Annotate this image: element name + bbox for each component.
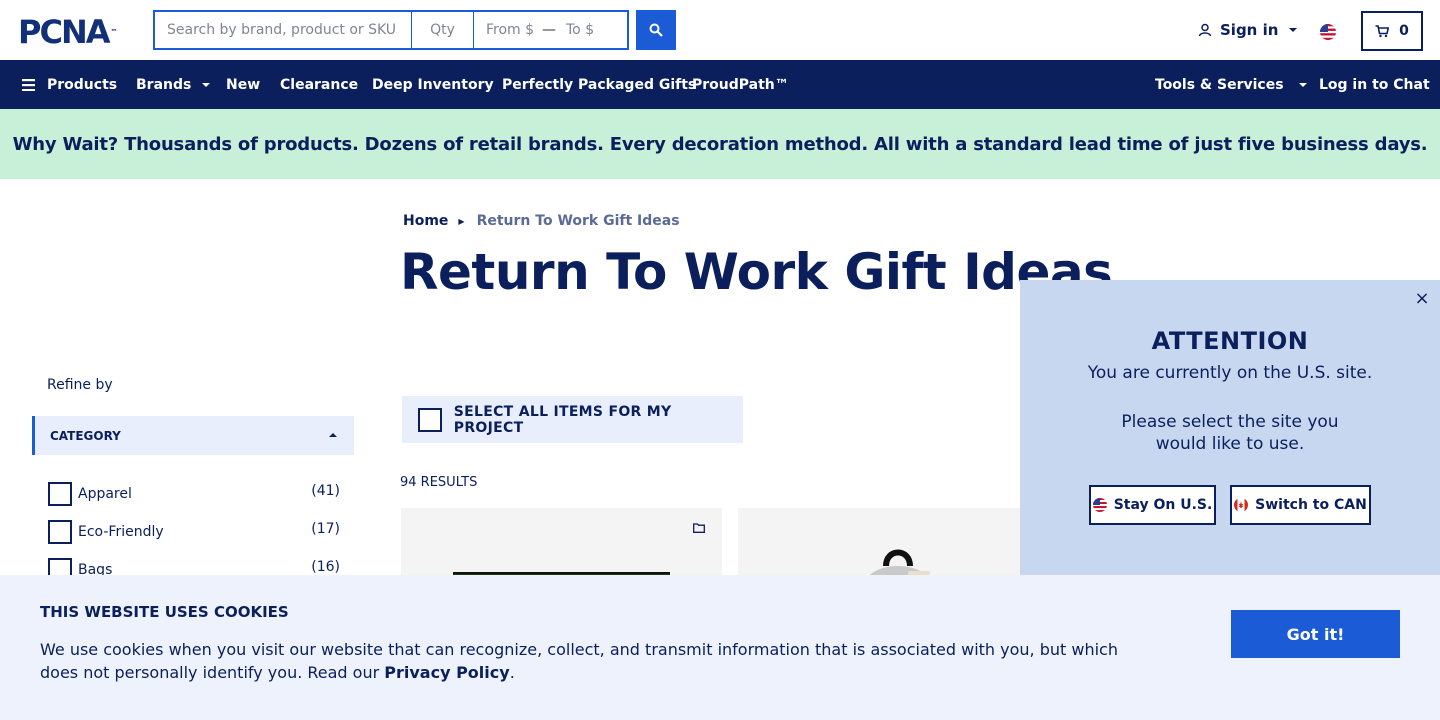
breadcrumb-separator-icon: ▶ <box>458 216 465 226</box>
cookie-body: We use cookies when you visit our websit… <box>40 640 1118 682</box>
breadcrumb-current: Return To Work Gift Ideas <box>476 213 680 229</box>
nav-clearance-label: Clearance <box>280 76 359 93</box>
nav-log-in-to-chat[interactable]: Log in to Chat <box>1319 60 1430 109</box>
nav-log-in-to-chat-label: Log in to Chat <box>1319 76 1430 93</box>
nav-perfectly-packaged-gifts[interactable]: Perfectly Packaged Gifts <box>502 60 696 109</box>
cookie-title: THIS WEBSITE USES COOKIES <box>40 603 289 621</box>
refine-by-label: Refine by <box>47 377 113 393</box>
page-title: Return To Work Gift Ideas <box>400 243 1113 301</box>
main-nav: Products Brands New Clearance Deep Inven… <box>0 60 1440 109</box>
nav-clearance[interactable]: Clearance <box>280 60 358 109</box>
search-button[interactable] <box>636 10 676 50</box>
category-count: (17) <box>311 521 340 537</box>
hamburger-icon <box>22 78 35 91</box>
chevron-down-icon <box>202 82 211 87</box>
cookie-text: We use cookies when you visit our websit… <box>40 638 1140 684</box>
category-option[interactable]: Eco-Friendly (17) <box>48 520 340 544</box>
category-filter-header[interactable]: CATEGORY <box>32 416 354 455</box>
results-count: 94 RESULTS <box>400 475 478 490</box>
nav-new[interactable]: New <box>226 60 260 109</box>
nav-proudpath-label: ProudPath™ <box>692 76 789 93</box>
breadcrumb-home[interactable]: Home <box>403 213 448 229</box>
category-checkbox[interactable] <box>48 520 72 544</box>
nav-brands[interactable]: Brands <box>136 60 211 109</box>
cart-count: 0 <box>1399 23 1409 39</box>
nav-new-label: New <box>226 76 261 93</box>
chevron-down-icon <box>1289 28 1298 32</box>
promo-banner-text: Why Wait? Thousands of products. Dozens … <box>12 133 1428 155</box>
popup-instruction-line2: would like to use. <box>1155 434 1305 454</box>
chevron-down-icon <box>1298 82 1307 87</box>
qty-input[interactable] <box>412 12 474 48</box>
canada-flag-icon <box>1234 498 1249 512</box>
category-count: (16) <box>311 559 340 575</box>
category-label: Apparel <box>78 486 132 502</box>
switch-to-can-button[interactable]: Switch to CAN <box>1230 485 1371 525</box>
cookie-banner: THIS WEBSITE USES COOKIES We use cookies… <box>0 575 1440 720</box>
us-flag-icon <box>1092 498 1107 512</box>
nav-products-label: Products <box>47 76 118 93</box>
got-it-button[interactable]: Got it! <box>1231 610 1400 658</box>
breadcrumb: Home ▶ Return To Work Gift Ideas <box>403 213 680 229</box>
price-from-input[interactable] <box>486 22 540 38</box>
folder-icon[interactable] <box>693 523 705 533</box>
nav-products[interactable]: Products <box>22 60 117 109</box>
nav-deep-inventory[interactable]: Deep Inventory <box>372 60 494 109</box>
search-bar: — <box>153 10 629 50</box>
chevron-up-icon <box>329 433 337 437</box>
nav-tools-services[interactable]: Tools & Services <box>1155 60 1308 109</box>
nav-perfectly-packaged-gifts-label: Perfectly Packaged Gifts <box>502 76 697 93</box>
category-count: (41) <box>311 483 340 499</box>
popup-instruction-line1: Please select the site you <box>1121 412 1339 432</box>
sign-in-menu[interactable]: Sign in <box>1198 21 1298 39</box>
nav-proudpath[interactable]: ProudPath™ <box>692 60 789 109</box>
privacy-policy-link[interactable]: Privacy Policy <box>384 663 509 682</box>
nav-deep-inventory-label: Deep Inventory <box>372 76 494 93</box>
cart-icon <box>1375 24 1390 37</box>
search-icon <box>649 23 663 37</box>
select-all-items-toggle[interactable]: SELECT ALL ITEMS FOR MY PROJECT <box>402 396 743 443</box>
nav-tools-services-label: Tools & Services <box>1155 76 1284 93</box>
price-range: — <box>474 12 629 48</box>
category-label: Eco-Friendly <box>78 524 164 540</box>
close-icon[interactable]: × <box>1414 288 1430 309</box>
cart-button[interactable]: 0 <box>1361 11 1423 51</box>
popup-title: ATTENTION <box>1151 327 1309 355</box>
site-selector-popup: × ATTENTION You are currently on the U.S… <box>1020 280 1440 580</box>
category-checkbox[interactable] <box>48 482 72 506</box>
search-input[interactable] <box>155 12 412 48</box>
pcna-logo[interactable]: PCNA ™ <box>18 15 117 49</box>
switch-to-can-label: Switch to CAN <box>1255 497 1367 513</box>
user-icon <box>1198 23 1212 37</box>
category-option[interactable]: Apparel (41) <box>48 482 340 506</box>
promo-banner: Why Wait? Thousands of products. Dozens … <box>0 109 1440 179</box>
us-flag-icon[interactable] <box>1320 24 1336 40</box>
site-header: PCNA™ — Sign in 0 <box>0 0 1440 60</box>
select-all-checkbox[interactable] <box>418 407 442 432</box>
cookie-body-end: . <box>509 663 515 682</box>
category-header-label: CATEGORY <box>50 428 121 443</box>
popup-current-site-text: You are currently on the U.S. site. <box>1087 363 1373 383</box>
sign-in-label: Sign in <box>1220 21 1279 39</box>
range-dash: — <box>542 22 556 38</box>
nav-brands-label: Brands <box>136 76 192 93</box>
stay-on-us-button[interactable]: Stay On U.S. <box>1089 485 1216 525</box>
price-to-input[interactable] <box>566 22 620 38</box>
stay-on-us-label: Stay On U.S. <box>1113 497 1213 513</box>
select-all-label: SELECT ALL ITEMS FOR MY PROJECT <box>453 403 672 436</box>
